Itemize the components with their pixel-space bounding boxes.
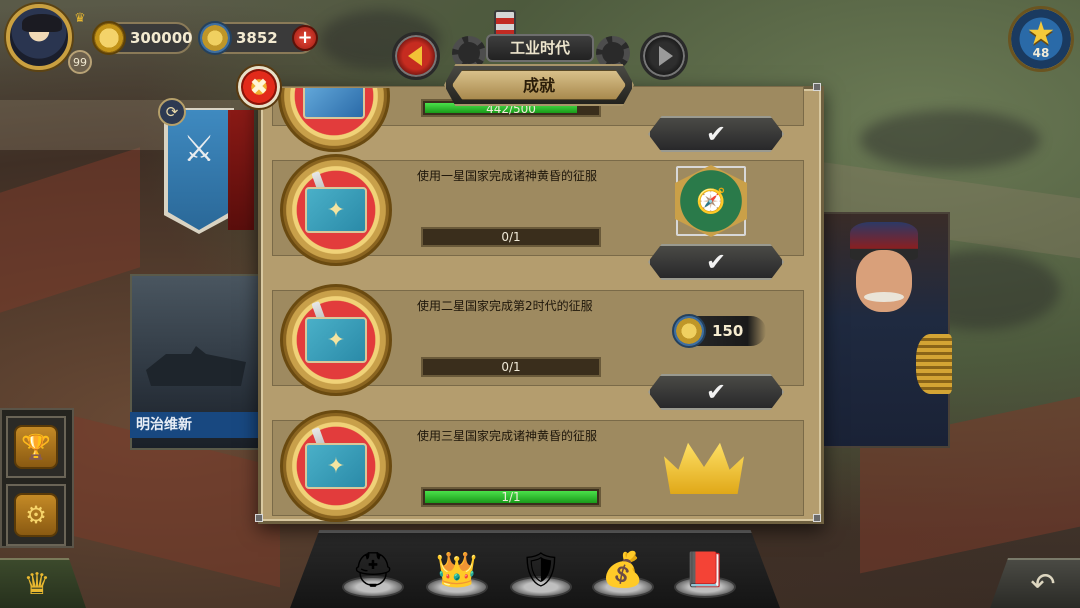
progress-bar: 0/1 — [421, 227, 601, 247]
achievement-title: 使用三星国家完成诸神黄昏的征服 — [417, 429, 598, 443]
general-portrait — [822, 212, 952, 448]
era-title: 工业时代 — [486, 34, 594, 62]
progress-text: 0/1 — [501, 360, 521, 374]
player-avatar[interactable] — [6, 4, 72, 70]
refresh-button[interactable]: ⟳ — [158, 98, 186, 126]
achievement-title: 使用二星国家完成第2时代的征服 — [417, 299, 593, 313]
map-compass-icon: ✦ — [305, 187, 367, 233]
treasure-chest-icon: 💰 — [601, 550, 645, 590]
battleship-illustration — [146, 346, 246, 386]
bottom-item-tiara[interactable]: 👑 — [424, 540, 490, 602]
gold-coin-icon — [92, 21, 126, 55]
achievement-medallion: ✦ — [280, 410, 392, 522]
medal-reward-value: 150 — [712, 322, 744, 340]
bottom-item-helmet[interactable]: ⛑ — [340, 540, 406, 602]
star-count: 48 — [1032, 46, 1050, 60]
claim-button[interactable]: ✔ — [648, 244, 784, 280]
progress-text: 1/1 — [501, 490, 521, 504]
achievement-medallion: ✦ — [280, 284, 392, 396]
star-icon: ★ — [1026, 14, 1056, 52]
bottom-item-chest[interactable]: 💰 — [590, 540, 656, 602]
modal-rivet — [813, 83, 821, 91]
progress-bar: 1/1 — [421, 487, 601, 507]
trophy-button[interactable]: 🏆 — [6, 416, 66, 478]
bottom-item-book[interactable]: 📕 — [672, 540, 738, 602]
player-level-badge: 99 — [68, 50, 92, 74]
battle-banner[interactable]: ⚔ — [168, 110, 230, 230]
event-label: 明治维新 — [130, 412, 260, 438]
bottom-item-shield[interactable]: 🛡 — [508, 540, 574, 602]
medal-reward: 150 — [672, 314, 766, 348]
progress-bar: 0/1 — [421, 357, 601, 377]
arrow-left-icon — [407, 46, 422, 66]
gold-counter: 300000 — [92, 21, 193, 55]
cog-icon: ⚙ — [14, 493, 58, 537]
medal-counter: 3852 + — [198, 21, 318, 55]
previous-era-button[interactable] — [392, 32, 440, 80]
achievement-medallion: ✦ — [280, 154, 392, 266]
arrow-right-icon — [659, 46, 673, 66]
crossed-swords-icon: ⚔ — [182, 129, 216, 170]
red-banner — [228, 110, 254, 230]
spartan-helmet-icon: ⛑ — [351, 550, 395, 590]
buy-medals-button[interactable]: + — [292, 25, 318, 51]
modal-title: 成就 — [452, 70, 626, 100]
close-button[interactable]: ✖ — [238, 66, 280, 108]
claim-button[interactable]: ✔ — [648, 116, 784, 152]
medal-icon — [198, 21, 232, 55]
claim-button[interactable]: ✔ — [648, 374, 784, 410]
shield-sword-icon: 🛡 — [519, 550, 563, 590]
modal-rivet — [813, 514, 821, 522]
settings-button[interactable]: ⚙ — [6, 484, 66, 546]
map-compass-icon: ✦ — [305, 317, 367, 363]
achievement-title: 使用一星国家完成诸神黄昏的征服 — [417, 169, 598, 183]
map-compass-icon: ✦ — [305, 443, 367, 489]
modal-rivet — [255, 514, 263, 522]
progress-text: 0/1 — [501, 230, 521, 244]
tiara-icon: 👑 — [435, 550, 479, 590]
trophy-icon: 🏆 — [14, 425, 58, 469]
book-icon: 📕 — [683, 550, 727, 590]
next-era-button[interactable] — [640, 32, 688, 80]
star-rank-badge[interactable]: ★ 48 — [1008, 6, 1074, 72]
crown-icon: ♛ — [74, 11, 86, 26]
medal-icon — [672, 314, 706, 348]
